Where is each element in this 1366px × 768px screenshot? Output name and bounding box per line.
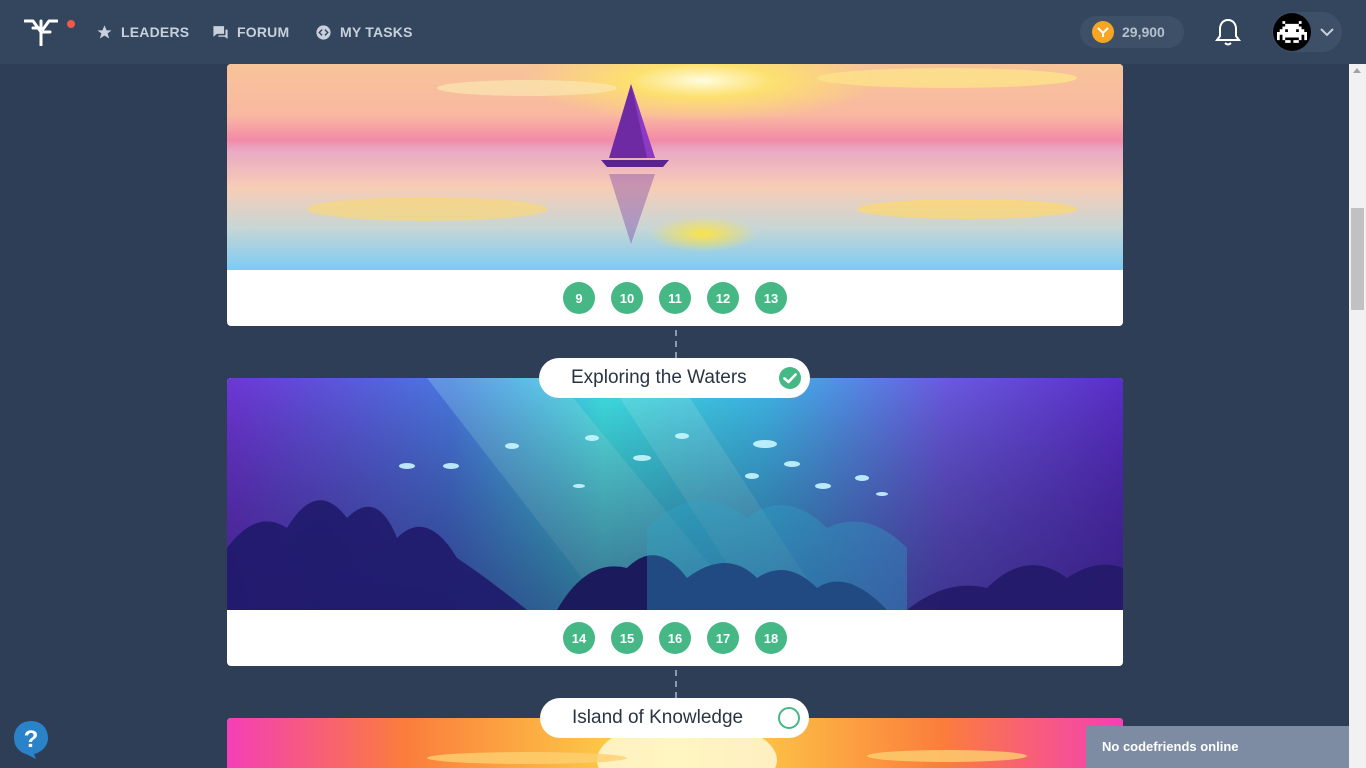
codegym-logo-icon[interactable]	[24, 18, 58, 46]
chapter-title-pill[interactable]: Island of Knowledge	[540, 698, 809, 738]
chapter-card: 9 10 11 12 13	[227, 64, 1123, 326]
nav-forum-label: FORUM	[237, 24, 290, 40]
empty-circle-icon	[778, 707, 800, 729]
level-button[interactable]: 12	[707, 282, 739, 314]
chapter-card: 14 15 16 17 18	[227, 378, 1123, 666]
level-button[interactable]: 17	[707, 622, 739, 654]
notification-dot	[67, 20, 75, 28]
path-connector	[675, 670, 677, 698]
level-list: 9 10 11 12 13	[227, 282, 1123, 314]
nav-leaders[interactable]: LEADERS	[96, 22, 189, 42]
svg-text:?: ?	[24, 726, 39, 753]
check-circle-icon	[779, 367, 801, 389]
level-button[interactable]: 13	[755, 282, 787, 314]
help-icon[interactable]: ?	[12, 719, 50, 759]
nav-leaders-label: LEADERS	[121, 24, 190, 40]
coin-icon	[1092, 21, 1114, 43]
level-button[interactable]: 18	[755, 622, 787, 654]
coin-balance[interactable]: 29,900	[1080, 16, 1184, 48]
level-button[interactable]: 16	[659, 622, 691, 654]
space-invader-icon	[1277, 21, 1307, 43]
level-button[interactable]: 14	[563, 622, 595, 654]
nav-my-tasks[interactable]: MY TASKS	[315, 22, 413, 42]
path-connector	[675, 330, 677, 358]
level-button[interactable]: 11	[659, 282, 691, 314]
chevron-down-icon	[1320, 28, 1334, 37]
online-friends-panel[interactable]: No codefriends online	[1086, 726, 1366, 768]
online-status-text: No codefriends online	[1102, 739, 1239, 754]
chapter-title: Exploring the Waters	[571, 367, 747, 388]
forum-icon	[213, 25, 228, 39]
scrollbar[interactable]	[1349, 64, 1366, 768]
chapter-title-pill[interactable]: Exploring the Waters	[539, 358, 810, 398]
level-button[interactable]: 9	[563, 282, 595, 314]
level-button[interactable]: 15	[611, 622, 643, 654]
scroll-up-arrow-icon[interactable]	[1353, 68, 1361, 73]
code-icon	[316, 24, 331, 40]
star-icon	[97, 24, 112, 39]
avatar	[1273, 13, 1311, 51]
coin-amount: 29,900	[1122, 24, 1165, 40]
top-bar: LEADERS FORUM MY TASKS 29,900	[0, 0, 1366, 64]
level-button[interactable]: 10	[611, 282, 643, 314]
nav-forum[interactable]: FORUM	[212, 22, 289, 42]
underwater-banner	[227, 378, 1123, 610]
sunset-sailboat-banner	[227, 64, 1123, 270]
nav-my-tasks-label: MY TASKS	[340, 24, 413, 40]
scrollbar-thumb[interactable]	[1351, 208, 1364, 310]
level-list: 14 15 16 17 18	[227, 622, 1123, 654]
bell-icon[interactable]	[1214, 17, 1242, 47]
chapter-title: Island of Knowledge	[572, 707, 744, 728]
profile-menu[interactable]	[1272, 12, 1342, 52]
